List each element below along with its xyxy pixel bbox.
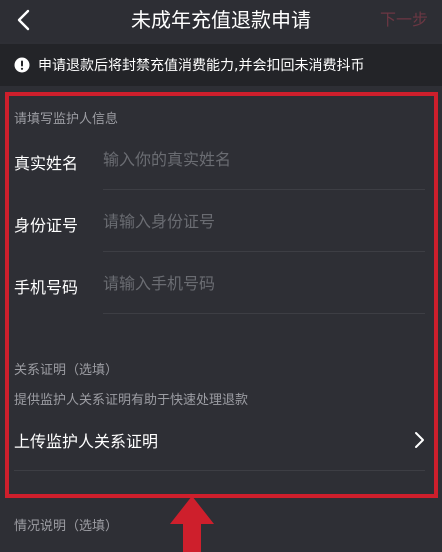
chevron-right-icon (415, 432, 424, 448)
divider (14, 470, 425, 471)
page-title: 未成年充值退款申请 (131, 8, 311, 32)
divider (103, 251, 425, 252)
real-name-label: 真实姓名 (14, 154, 79, 173)
divider (103, 313, 425, 314)
next-step-button[interactable]: 下一步 (380, 0, 428, 42)
relation-section-title: 关系证明（选填） (14, 363, 119, 378)
top-nav-bar: 未成年充值退款申请 下一步 (0, 0, 442, 42)
real-name-input[interactable] (103, 144, 413, 174)
exclamation-icon (14, 57, 30, 73)
guardian-section-title: 请填写监护人信息 (14, 112, 119, 127)
relation-hint: 提供监护人关系证明有助于快速处理退款 (14, 393, 249, 408)
phone-number-label: 手机号码 (14, 278, 79, 297)
divider (103, 189, 425, 190)
back-button[interactable] (6, 3, 40, 37)
id-number-input[interactable] (103, 206, 413, 236)
annotation-arrow-up-icon (170, 496, 214, 552)
upload-relation-proof-row[interactable]: 上传监护人关系证明 (0, 420, 442, 460)
situation-section-title: 情况说明（选填） (14, 519, 119, 534)
chevron-left-icon (17, 9, 30, 31)
phone-number-input[interactable] (103, 268, 413, 298)
notice-text: 申请退款后将封禁充值消费能力,并会扣回未消费抖币 (38, 58, 365, 74)
notice-banner: 申请退款后将封禁充值消费能力,并会扣回未消费抖币 (0, 44, 442, 86)
id-number-label: 身份证号 (14, 216, 79, 235)
upload-relation-proof-label: 上传监护人关系证明 (14, 432, 159, 451)
